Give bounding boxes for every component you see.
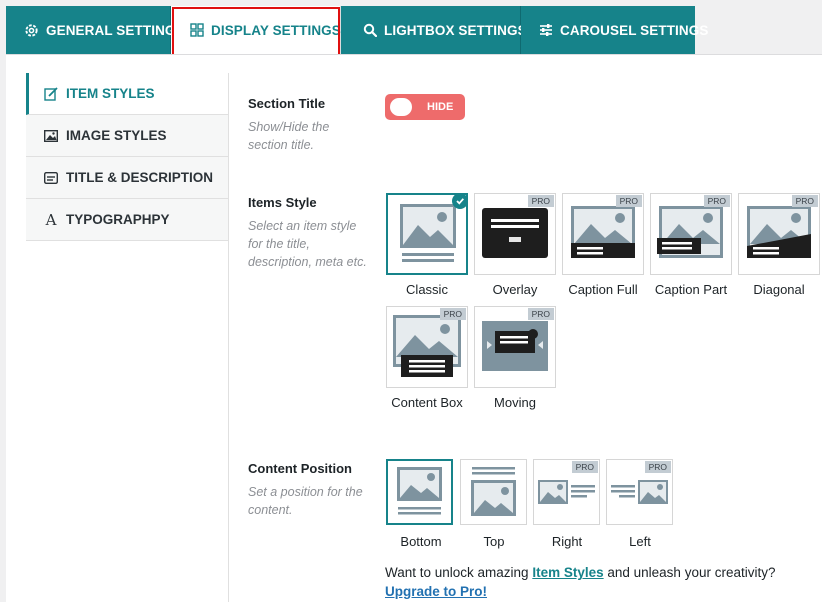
tab-carousel-label: CAROUSEL SETTINGS bbox=[560, 22, 709, 38]
item-style-content-box[interactable]: PRO bbox=[386, 306, 468, 388]
item-style-label: Moving bbox=[494, 395, 536, 410]
position-left[interactable]: PRO bbox=[606, 459, 673, 525]
tab-display-label: DISPLAY SETTINGS bbox=[211, 22, 341, 38]
edit-icon bbox=[44, 86, 58, 101]
font-icon: A bbox=[45, 210, 57, 229]
sidebar-item-typography[interactable]: A TYPOGRAPHPY bbox=[26, 199, 228, 241]
tab-lightbox-label: LIGHTBOX SETTINGS bbox=[384, 22, 527, 38]
promo-text: Want to unlock amazing Item Styles and u… bbox=[385, 565, 775, 580]
sidebar-nav: ITEM STYLES IMAGE STYLES TITLE & DESCRIP… bbox=[26, 73, 229, 602]
items-style-desc: Select an item style for the title, desc… bbox=[248, 219, 367, 269]
sidebar-item-label: ITEM STYLES bbox=[66, 86, 155, 101]
pro-badge: PRO bbox=[571, 461, 598, 473]
position-bottom-icon bbox=[397, 467, 442, 515]
item-style-label: Caption Part bbox=[654, 282, 728, 297]
check-icon bbox=[452, 193, 468, 209]
items-style-label: Items Style bbox=[248, 195, 317, 210]
tab-general-settings[interactable]: GENERAL SETTINGS bbox=[6, 6, 185, 54]
item-style-label: Content Box bbox=[391, 395, 463, 410]
item-style-diagonal[interactable]: PRO bbox=[738, 193, 820, 275]
pro-badge: PRO bbox=[615, 195, 642, 207]
sliders-icon bbox=[539, 22, 553, 38]
image-icon bbox=[44, 129, 58, 143]
sidebar-item-title-description[interactable]: TITLE & DESCRIPTION bbox=[26, 157, 228, 199]
pro-badge: PRO bbox=[644, 461, 671, 473]
sidebar-item-label: IMAGE STYLES bbox=[66, 128, 167, 143]
settings-tabbar: GENERAL SETTINGS DISPLAY SETTINGS LIGHTB… bbox=[6, 6, 708, 54]
pro-badge: PRO bbox=[527, 195, 554, 207]
content-position-label: Content Position bbox=[248, 461, 352, 476]
item-style-moving[interactable]: PRO bbox=[474, 306, 556, 388]
sidebar-item-label: TITLE & DESCRIPTION bbox=[66, 170, 214, 185]
position-label: Top bbox=[483, 534, 505, 549]
grid-icon bbox=[190, 22, 204, 38]
item-style-caption-part[interactable]: PRO bbox=[650, 193, 732, 275]
tab-lightbox-settings[interactable]: LIGHTBOX SETTINGS bbox=[341, 6, 527, 54]
tab-display-settings[interactable]: DISPLAY SETTINGS bbox=[171, 6, 341, 54]
item-styles-link[interactable]: Item Styles bbox=[532, 565, 603, 580]
promo-text-before: Want to unlock amazing bbox=[385, 565, 533, 580]
pro-badge: PRO bbox=[703, 195, 730, 207]
section-title-toggle[interactable]: HIDE bbox=[385, 94, 465, 120]
pro-badge: PRO bbox=[527, 308, 554, 320]
item-style-label: Overlay bbox=[492, 282, 538, 297]
app-root: GENERAL SETTINGS DISPLAY SETTINGS LIGHTB… bbox=[0, 0, 822, 602]
search-icon bbox=[363, 22, 377, 38]
position-label: Right bbox=[551, 534, 583, 549]
item-style-label: Caption Full bbox=[568, 282, 638, 297]
gear-icon bbox=[24, 22, 39, 38]
caption-icon bbox=[44, 171, 58, 185]
position-right[interactable]: PRO bbox=[533, 459, 600, 525]
position-top-icon bbox=[471, 467, 516, 516]
pro-badge: PRO bbox=[439, 308, 466, 320]
item-style-caption-full[interactable]: PRO bbox=[562, 193, 644, 275]
tab-carousel-settings[interactable]: CAROUSEL SETTINGS bbox=[521, 6, 708, 54]
sidebar-item-image-styles[interactable]: IMAGE STYLES bbox=[26, 115, 228, 157]
content-position-desc: Set a position for the content. bbox=[248, 485, 363, 517]
pro-badge: PRO bbox=[791, 195, 818, 207]
sidebar-item-item-styles[interactable]: ITEM STYLES bbox=[26, 73, 228, 115]
position-top[interactable] bbox=[460, 459, 527, 525]
toggle-text: HIDE bbox=[427, 101, 454, 113]
section-title-desc: Show/Hide the section title. bbox=[248, 120, 330, 152]
upgrade-link[interactable]: Upgrade to Pro! bbox=[385, 584, 487, 599]
tab-general-label: GENERAL SETTINGS bbox=[46, 22, 185, 38]
item-style-label: Diagonal bbox=[753, 282, 805, 297]
position-label: Left bbox=[629, 534, 651, 549]
item-style-label: Classic bbox=[406, 282, 448, 297]
sidebar-item-label: TYPOGRAPHPY bbox=[66, 212, 170, 227]
promo-text-after: and unleash your creativity? bbox=[603, 565, 776, 580]
section-title-label: Section Title bbox=[248, 96, 326, 111]
toggle-knob bbox=[390, 98, 412, 116]
position-bottom[interactable] bbox=[386, 459, 453, 525]
item-style-classic[interactable] bbox=[386, 193, 468, 275]
position-label: Bottom bbox=[400, 534, 442, 549]
settings-panel: ITEM STYLES IMAGE STYLES TITLE & DESCRIP… bbox=[6, 54, 822, 602]
item-style-overlay[interactable]: PRO bbox=[474, 193, 556, 275]
